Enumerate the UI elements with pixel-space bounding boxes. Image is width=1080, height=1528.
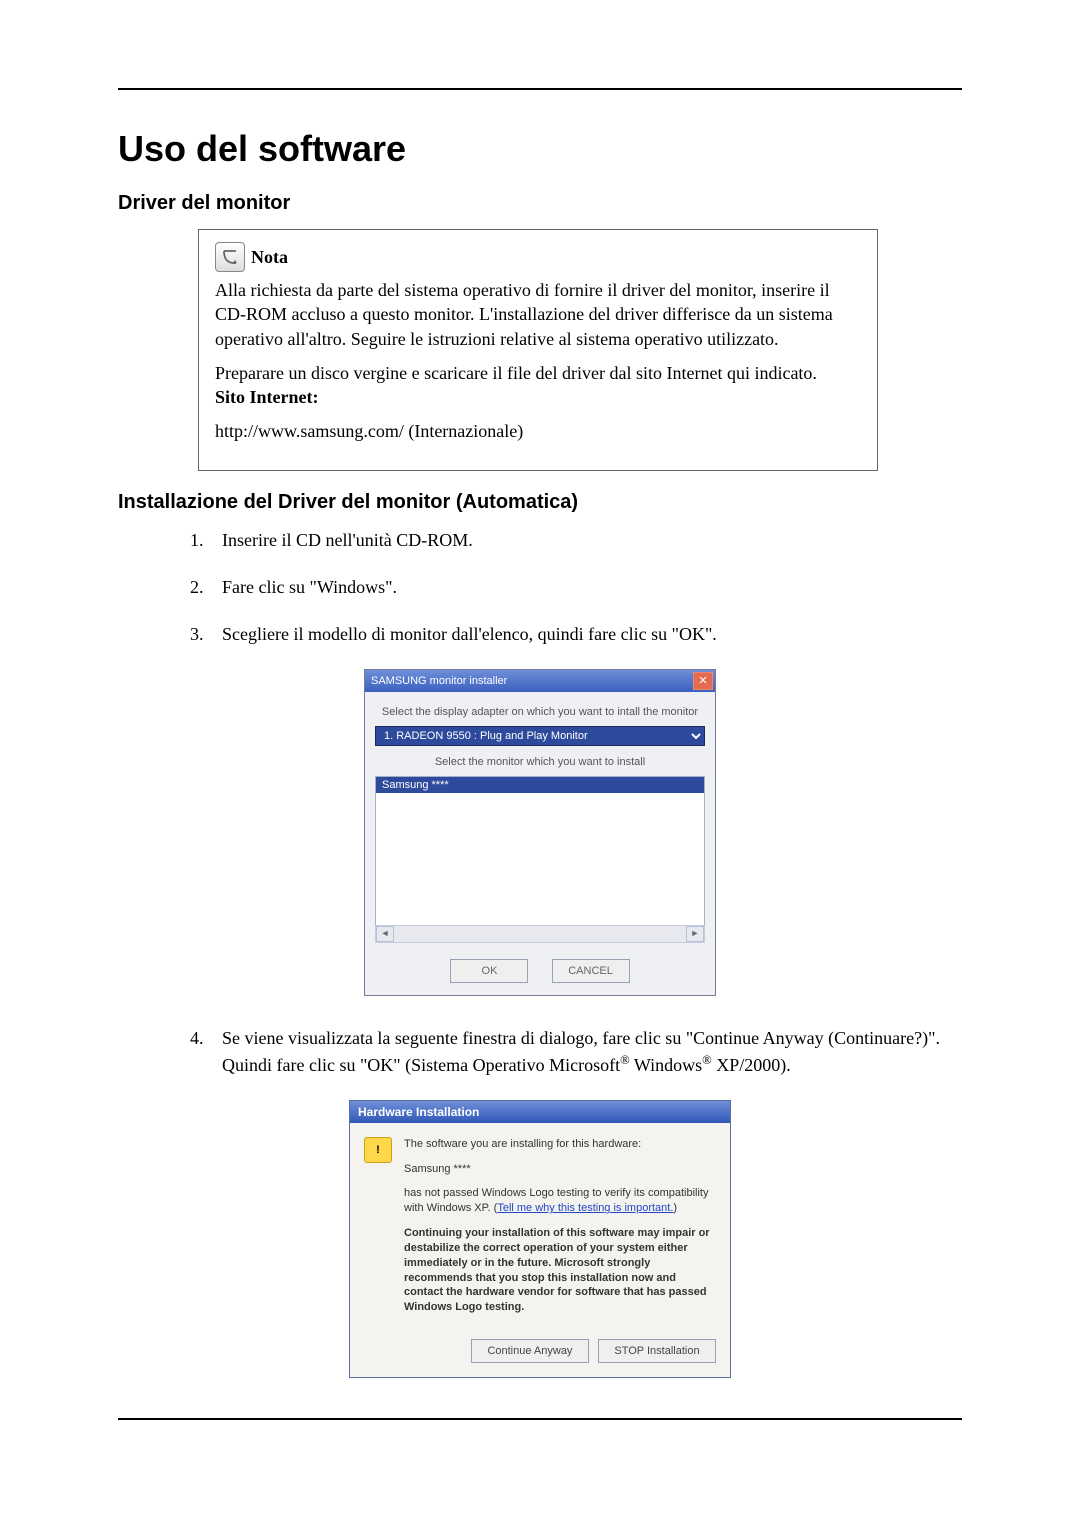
- hwi-line1: The software you are installing for this…: [404, 1137, 716, 1152]
- hwi-device: Samsung ****: [404, 1162, 716, 1177]
- adapter-caption: Select the display adapter on which you …: [375, 706, 705, 718]
- warning-icon: !: [364, 1137, 394, 1325]
- monitor-caption: Select the monitor which you want to ins…: [375, 756, 705, 768]
- adapter-select[interactable]: 1. RADEON 9550 : Plug and Play Monitor: [375, 726, 705, 746]
- top-rule: [118, 88, 962, 90]
- list-item[interactable]: Samsung ****: [376, 777, 704, 793]
- installer-title: SAMSUNG monitor installer: [371, 675, 693, 687]
- figure-installer: SAMSUNG monitor installer ✕ Select the d…: [118, 669, 962, 996]
- hwi-warning: Continuing your installation of this sof…: [404, 1226, 716, 1315]
- site-url: http://www.samsung.com/ (Internazionale): [215, 419, 861, 443]
- install-steps-cont: Se viene visualizzata la seguente finest…: [208, 1026, 962, 1077]
- note-icon: [215, 242, 245, 272]
- figure-hardware-installation: Hardware Installation ! The software you…: [118, 1100, 962, 1378]
- h-scrollbar[interactable]: ◄ ►: [375, 925, 705, 943]
- hwi-title: Hardware Installation: [358, 1105, 479, 1119]
- bottom-rule: [118, 1418, 962, 1420]
- hwi-compat: has not passed Windows Logo testing to v…: [404, 1186, 716, 1216]
- hwi-titlebar: Hardware Installation: [350, 1101, 730, 1123]
- page-title: Uso del software: [118, 128, 962, 170]
- note-paragraph-2: Preparare un disco vergine e scaricare i…: [215, 361, 861, 410]
- section-automatic-install: Installazione del Driver del monitor (Au…: [118, 491, 962, 514]
- install-steps: Inserire il CD nell'unità CD-ROM. Fare c…: [208, 528, 962, 648]
- step-2: Fare clic su "Windows".: [208, 575, 962, 600]
- note-paragraph-1: Alla richiesta da parte del sistema oper…: [215, 278, 861, 351]
- site-internet-label: Sito Internet:: [215, 387, 318, 407]
- monitor-listbox[interactable]: Samsung ****: [375, 776, 705, 926]
- ok-button[interactable]: OK: [450, 959, 528, 983]
- note-label: Nota: [251, 245, 288, 269]
- scroll-left-icon[interactable]: ◄: [376, 926, 394, 942]
- step-3: Scegliere il modello di monitor dall'ele…: [208, 622, 962, 647]
- installer-window: SAMSUNG monitor installer ✕ Select the d…: [364, 669, 716, 996]
- close-icon[interactable]: ✕: [693, 672, 713, 690]
- cancel-button[interactable]: CANCEL: [552, 959, 630, 983]
- hardware-installation-dialog: Hardware Installation ! The software you…: [349, 1100, 731, 1378]
- scroll-right-icon[interactable]: ►: [686, 926, 704, 942]
- note-box: Nota Alla richiesta da parte del sistema…: [198, 229, 878, 471]
- section-driver-monitor: Driver del monitor: [118, 192, 962, 215]
- continue-anyway-button[interactable]: Continue Anyway: [471, 1339, 589, 1363]
- installer-titlebar: SAMSUNG monitor installer ✕: [365, 670, 715, 692]
- step-4: Se viene visualizzata la seguente finest…: [208, 1026, 962, 1077]
- stop-installation-button[interactable]: STOP Installation: [598, 1339, 716, 1363]
- step-1: Inserire il CD nell'unità CD-ROM.: [208, 528, 962, 553]
- why-testing-link[interactable]: Tell me why this testing is important.: [497, 1202, 673, 1214]
